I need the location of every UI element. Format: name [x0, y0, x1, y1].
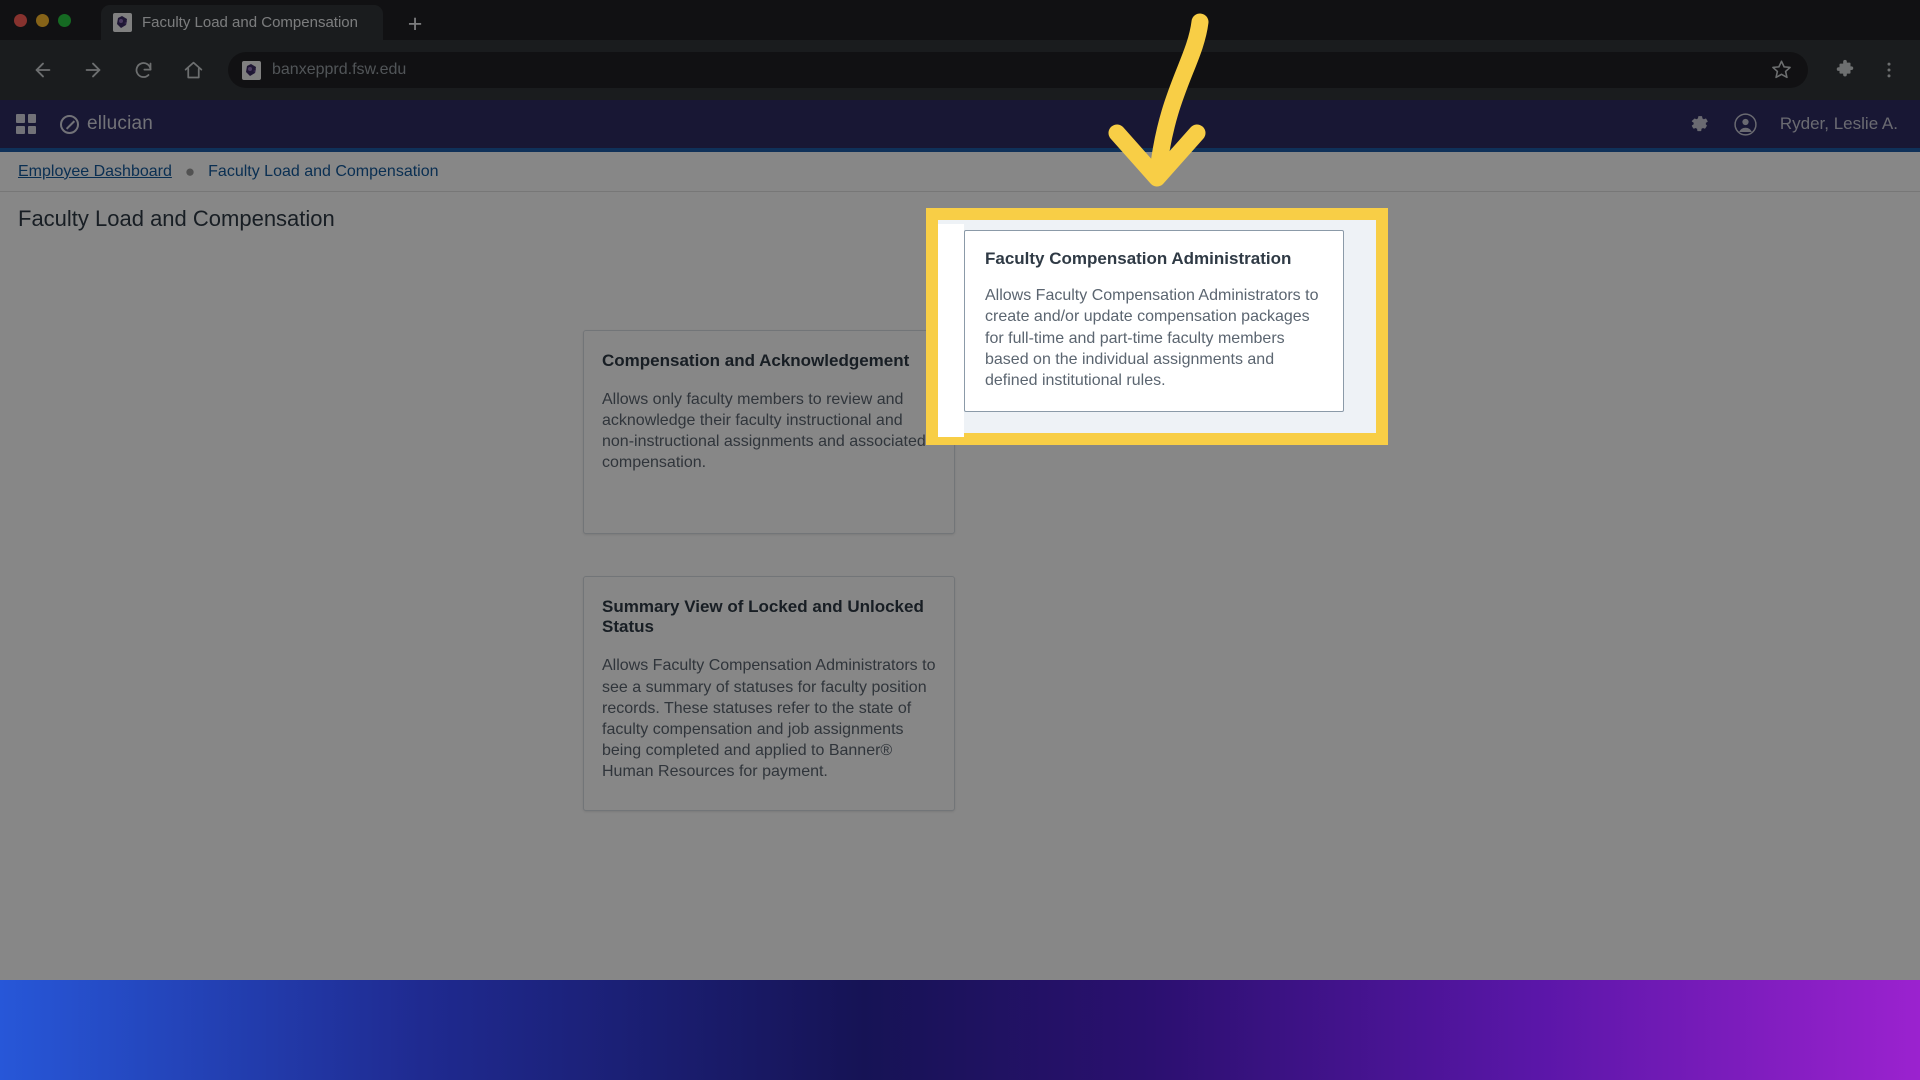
address-favicon [242, 61, 261, 80]
card-title: Compensation and Acknowledgement [602, 351, 936, 371]
new-tab-button[interactable]: + [400, 10, 430, 40]
card-summary-view-of-locked-and-unlocked-status[interactable]: Summary View of Locked and Unlocked Stat… [583, 576, 955, 811]
card-description: Allows Faculty Compensation Administrato… [602, 655, 936, 782]
reload-icon[interactable] [126, 53, 160, 87]
breadcrumb: Employee Dashboard ● Faculty Load and Co… [0, 152, 1920, 192]
card-description: Allows Faculty Compensation Administrato… [985, 285, 1323, 391]
browser-tabstrip: Faculty Load and Compensation + [0, 0, 1920, 40]
extensions-puzzle-icon[interactable] [1828, 53, 1862, 87]
desktop-wallpaper-strip [0, 980, 1920, 1080]
breadcrumb-item-employee-dashboard[interactable]: Employee Dashboard [18, 163, 172, 181]
address-bar[interactable]: banxepprd.fsw.edu [228, 52, 1808, 88]
toolbar-actions [1822, 53, 1906, 87]
user-name-label[interactable]: Ryder, Leslie A. [1780, 114, 1898, 134]
minimize-window-button[interactable] [36, 14, 49, 27]
card-faculty-compensation-administration[interactable]: Faculty Compensation Administration Allo… [964, 230, 1344, 412]
ellucian-logo[interactable]: ellucian [60, 113, 153, 135]
screen: Faculty Load and Compensation + [0, 0, 1920, 1080]
avatar[interactable] [1733, 112, 1758, 137]
highlight-cutout-left-upper [938, 224, 964, 418]
card-compensation-and-acknowledgement[interactable]: Compensation and Acknowledgement Allows … [583, 330, 955, 534]
gear-icon[interactable] [1687, 112, 1711, 136]
app-header-actions: Ryder, Leslie A. [1687, 100, 1920, 148]
forward-icon[interactable] [76, 53, 110, 87]
site-favicon [113, 13, 132, 32]
ellucian-brand-text: ellucian [87, 113, 153, 135]
highlight-cutout-left-lower [938, 418, 964, 437]
address-bar-url: banxepprd.fsw.edu [272, 61, 406, 79]
browser-chrome: Faculty Load and Compensation + [0, 0, 1920, 100]
window-controls [14, 0, 71, 40]
annotation-arrow [1045, 0, 1265, 210]
page-title: Faculty Load and Compensation [18, 206, 335, 232]
breadcrumb-separator: ● [185, 167, 195, 177]
home-icon[interactable] [176, 53, 210, 87]
card-title: Faculty Compensation Administration [985, 249, 1323, 269]
close-window-button[interactable] [14, 14, 27, 27]
card-description: Allows only faculty members to review an… [602, 389, 936, 473]
browser-tab[interactable]: Faculty Load and Compensation [101, 5, 383, 40]
browser-toolbar: banxepprd.fsw.edu [0, 40, 1920, 100]
maximize-window-button[interactable] [58, 14, 71, 27]
back-icon[interactable] [26, 53, 60, 87]
tab-title: Faculty Load and Compensation [142, 14, 358, 31]
breadcrumb-item-current: Faculty Load and Compensation [208, 163, 438, 181]
card-title: Summary View of Locked and Unlocked Stat… [602, 597, 936, 637]
app-grid-icon[interactable] [16, 114, 36, 134]
ellucian-mark-icon [60, 115, 79, 134]
bookmark-star-icon[interactable] [1771, 59, 1792, 85]
browser-menu-icon[interactable] [1872, 53, 1906, 87]
app-header: ellucian Ryder, Leslie A. [0, 100, 1920, 148]
